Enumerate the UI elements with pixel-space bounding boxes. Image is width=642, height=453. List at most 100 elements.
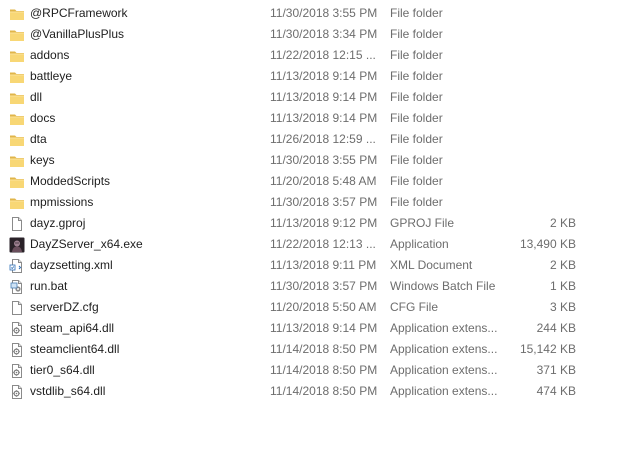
file-size: 1 KB [549, 279, 576, 293]
file-row[interactable]: keys 11/30/2018 3:55 PM File folder [0, 150, 642, 171]
file-size: 13,490 KB [519, 237, 576, 251]
date-modified: 11/14/2018 8:50 PM [270, 342, 378, 356]
file-row[interactable]: vstdlib_s64.dll 11/14/2018 8:50 PM Applica… [0, 381, 642, 402]
file-name: vstdlib_s64.dll [30, 384, 106, 398]
file-row[interactable]: steamclient64.dll 11/14/2018 8:50 PM Appli… [0, 339, 642, 360]
file-name: steamclient64.dll [30, 342, 120, 356]
file-row[interactable]: dll 11/13/2018 9:14 PM File folder [0, 87, 642, 108]
file-type: Windows Batch File [390, 279, 496, 293]
dayz-app-icon [9, 237, 25, 253]
file-row[interactable]: dayzsetting.xml 11/13/2018 9:11 PM XML Doc… [0, 255, 642, 276]
file-row[interactable]: DayZServer_x64.exe 11/22/2018 12:13 ... Ap… [0, 234, 642, 255]
file-size: 3 KB [549, 300, 576, 314]
file-name: tier0_s64.dll [30, 363, 95, 377]
folder-icon [9, 195, 25, 211]
date-modified: 11/13/2018 9:11 PM [270, 258, 377, 272]
file-row[interactable]: ModdedScripts 11/20/2018 5:48 AM File fold… [0, 171, 642, 192]
file-name: dll [30, 90, 43, 104]
folder-icon [9, 111, 25, 127]
file-name: addons [30, 48, 70, 62]
file-name: dayz.gproj [30, 216, 86, 230]
file-type: XML Document [390, 258, 473, 272]
file-name: keys [30, 153, 55, 167]
file-row[interactable]: serverDZ.cfg 11/20/2018 5:50 AM CFG File 3 … [0, 297, 642, 318]
folder-icon [9, 27, 25, 43]
date-modified: 11/26/2018 12:59 ... [270, 132, 376, 146]
folder-icon [9, 174, 25, 190]
file-name: @VanillaPlusPlus [30, 27, 125, 41]
date-modified: 11/13/2018 9:14 PM [270, 69, 378, 83]
date-modified: 11/14/2018 8:50 PM [270, 384, 378, 398]
folder-icon [9, 132, 25, 148]
file-row[interactable]: @RPCFramework 11/30/2018 3:55 PM File fold… [0, 3, 642, 24]
file-name: dta [30, 132, 47, 146]
folder-icon [9, 6, 25, 22]
file-type: File folder [390, 6, 443, 20]
blank-file-icon [9, 300, 25, 316]
file-name: ModdedScripts [30, 174, 111, 188]
folder-icon [9, 90, 25, 106]
file-type: CFG File [390, 300, 438, 314]
date-modified: 11/13/2018 9:14 PM [270, 90, 378, 104]
date-modified: 11/20/2018 5:50 AM [270, 300, 377, 314]
blank-file-icon [9, 216, 25, 232]
file-name: serverDZ.cfg [30, 300, 99, 314]
file-row[interactable]: run.bat 11/30/2018 3:57 PM Windows Batch F… [0, 276, 642, 297]
file-name: mpmissions [30, 195, 94, 209]
file-row[interactable]: dta 11/26/2018 12:59 ... File folder [0, 129, 642, 150]
file-name: docs [30, 111, 56, 125]
file-name: DayZServer_x64.exe [30, 237, 143, 251]
file-type: Application extens... [390, 342, 498, 356]
file-type: File folder [390, 153, 443, 167]
file-type: File folder [390, 48, 443, 62]
file-type: File folder [390, 69, 443, 83]
file-name: @RPCFramework [30, 6, 128, 20]
file-size: 2 KB [549, 258, 576, 272]
file-type: File folder [390, 195, 443, 209]
file-row[interactable]: steam_api64.dll 11/13/2018 9:14 PM Applica… [0, 318, 642, 339]
file-row[interactable]: docs 11/13/2018 9:14 PM File folder [0, 108, 642, 129]
file-name: run.bat [30, 279, 68, 293]
file-type: Application extens... [390, 384, 498, 398]
date-modified: 11/30/2018 3:34 PM [270, 27, 378, 41]
file-size: 474 KB [536, 384, 576, 398]
dll-file-icon [9, 342, 25, 358]
file-size: 371 KB [536, 363, 576, 377]
date-modified: 11/22/2018 12:13 ... [270, 237, 376, 251]
file-name: dayzsetting.xml [30, 258, 113, 272]
file-size: 15,142 KB [519, 342, 576, 356]
file-row[interactable]: mpmissions 11/30/2018 3:57 PM File folder [0, 192, 642, 213]
date-modified: 11/13/2018 9:12 PM [270, 216, 378, 230]
folder-icon [9, 153, 25, 169]
date-modified: 11/30/2018 3:57 PM [270, 195, 378, 209]
date-modified: 11/20/2018 5:48 AM [270, 174, 377, 188]
file-type: File folder [390, 90, 443, 104]
dll-file-icon [9, 384, 25, 400]
file-row[interactable]: tier0_s64.dll 11/14/2018 8:50 PM Applicati… [0, 360, 642, 381]
file-row[interactable]: dayz.gproj 11/13/2018 9:12 PM GPROJ File 2 … [0, 213, 642, 234]
file-size: 244 KB [536, 321, 576, 335]
file-type: File folder [390, 27, 443, 41]
file-row[interactable]: battleye 11/13/2018 9:14 PM File folder [0, 66, 642, 87]
date-modified: 11/30/2018 3:55 PM [270, 6, 378, 20]
dll-file-icon [9, 321, 25, 337]
file-type: File folder [390, 111, 443, 125]
date-modified: 11/13/2018 9:14 PM [270, 321, 378, 335]
date-modified: 11/30/2018 3:57 PM [270, 279, 378, 293]
file-type: File folder [390, 132, 443, 146]
file-type: Application extens... [390, 363, 498, 377]
date-modified: 11/22/2018 12:15 ... [270, 48, 376, 62]
file-name: battleye [30, 69, 73, 83]
batch-file-icon [9, 279, 25, 295]
dll-file-icon [9, 363, 25, 379]
file-list: @RPCFramework 11/30/2018 3:55 PM File fold… [0, 3, 642, 402]
file-type: Application [390, 237, 449, 251]
file-row[interactable]: addons 11/22/2018 12:15 ... File folder [0, 45, 642, 66]
date-modified: 11/30/2018 3:55 PM [270, 153, 378, 167]
file-row[interactable]: @VanillaPlusPlus 11/30/2018 3:34 PM File f… [0, 24, 642, 45]
folder-icon [9, 69, 25, 85]
file-type: GPROJ File [390, 216, 455, 230]
file-type: File folder [390, 174, 443, 188]
xml-file-icon [9, 258, 25, 274]
folder-icon [9, 48, 25, 64]
